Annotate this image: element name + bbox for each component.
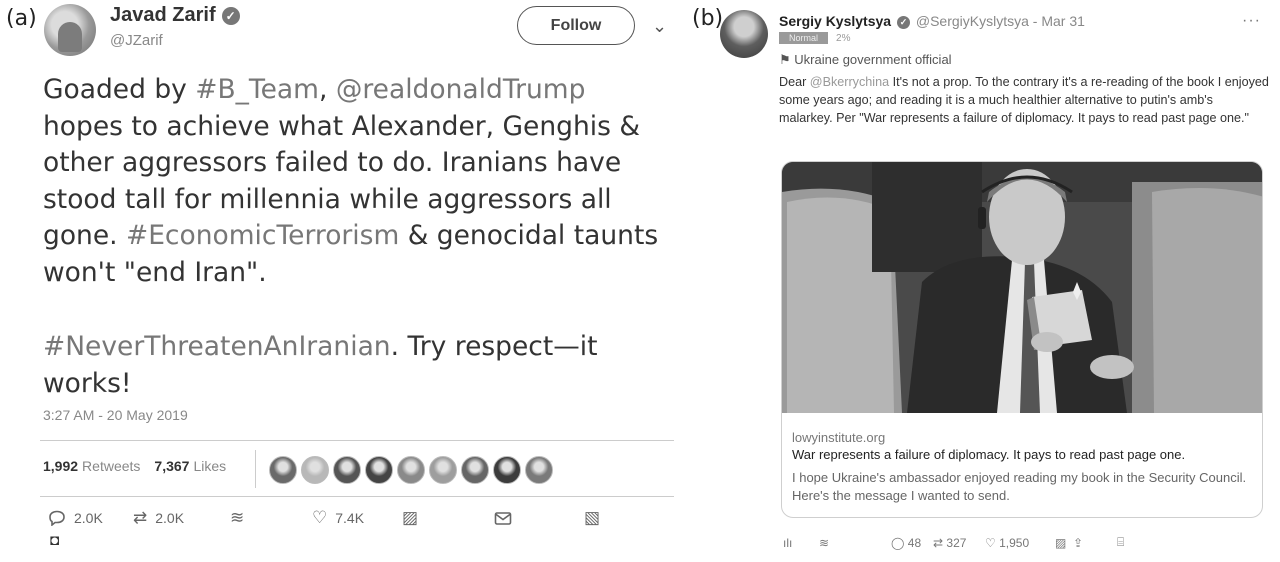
reply-icon: [49, 510, 65, 526]
heart-icon: ♡: [985, 535, 996, 550]
notification-icon[interactable]: ◘: [50, 532, 59, 549]
reply-button[interactable]: 2.0K: [48, 510, 133, 526]
panel-a-label: (a): [6, 6, 37, 31]
image-icon: ▨: [402, 508, 419, 527]
envelope-icon: [494, 511, 512, 525]
author-name[interactable]: Javad Zarif ✓: [110, 4, 240, 27]
tweet-date[interactable]: Mar 31: [1041, 13, 1085, 29]
tweet-text-segment: Goaded by: [43, 74, 196, 105]
card-domain: lowyinstitute.org: [792, 430, 886, 445]
layers-icon: ≋: [230, 508, 245, 527]
hashtag-link[interactable]: #B_Team: [195, 74, 319, 105]
tweet-timestamp[interactable]: 3:27 AM - 20 May 2019: [43, 407, 188, 423]
image-icon[interactable]: ▨: [1055, 536, 1073, 550]
likes-count: 7,367: [154, 458, 190, 474]
analytics-icon[interactable]: ılı: [783, 536, 819, 550]
liker-avatar[interactable]: [301, 456, 329, 484]
bot-icon[interactable]: ⌸: [1117, 535, 1124, 550]
divider: [40, 496, 674, 497]
tweet-actions: 2.0K ⇄ 2.0K ≋ ♡ 7.4K ▨ ▧: [48, 508, 648, 528]
analytics-icon: ▧: [584, 508, 601, 527]
link-card[interactable]: lowyinstitute.org War represents a failu…: [781, 161, 1263, 518]
layers-icon[interactable]: ≋: [819, 536, 891, 550]
card-photo: [782, 162, 1262, 413]
media-button[interactable]: ▨: [402, 508, 494, 528]
reply-icon: ◯: [891, 535, 905, 550]
retweet-button[interactable]: ⇄ 327: [933, 536, 985, 550]
card-title: War represents a failure of diplomacy. I…: [792, 447, 1186, 462]
layers-button[interactable]: ≋: [230, 508, 312, 528]
hashtag-link[interactable]: @realdonaldTrump: [336, 74, 586, 105]
avatar[interactable]: [44, 4, 96, 56]
like-button[interactable]: ♡ 1,950: [985, 536, 1055, 550]
retweet-count: 327: [946, 535, 967, 550]
liker-avatar[interactable]: [333, 456, 361, 484]
like-count: 1,950: [999, 535, 1030, 550]
flag-icon: ⚑: [779, 52, 791, 67]
liker-avatar[interactable]: [493, 456, 521, 484]
status-badge: Normal: [779, 32, 829, 44]
share-icon[interactable]: ⇪: [1073, 536, 1117, 550]
follow-button[interactable]: Follow: [517, 6, 635, 45]
liker-avatar[interactable]: [269, 456, 297, 484]
author-handle[interactable]: @SergiyKyslytsya: [916, 13, 1029, 29]
analytics-button[interactable]: ▧: [584, 508, 600, 528]
retweet-icon: ⇄: [133, 508, 148, 527]
verified-badge-icon: ✓: [896, 15, 910, 29]
heart-icon: ♡: [312, 508, 328, 527]
tweet-text-segment: ,: [318, 74, 336, 105]
like-count: 7.4K: [335, 510, 365, 526]
badge-row: Normal 2%: [779, 32, 850, 44]
avatar[interactable]: [720, 10, 768, 58]
author-name-text: Javad Zarif: [110, 4, 216, 26]
likes-label: Likes: [193, 458, 227, 474]
tweet-actions: ılı ≋ ◯ 48 ⇄ 327 ♡ 1,950 ▨ ⇪ ⌸: [783, 535, 1124, 550]
retweets-stat[interactable]: 1,992 Retweets: [43, 458, 140, 474]
reply-count: 2.0K: [74, 510, 103, 526]
tweet-text: Goaded by #B_Team, @realdonaldTrump hope…: [43, 72, 673, 402]
tweet-panel-b: Sergiy Kyslytsya ✓ @SergiyKyslytsya - Ma…: [716, 0, 1280, 562]
author-handle[interactable]: @JZarif: [110, 32, 163, 49]
tweet-text-greeting: Dear: [779, 75, 810, 89]
liker-avatars: [269, 456, 553, 484]
author-name[interactable]: Sergiy Kyslytsya: [779, 13, 891, 29]
tweet-panel-a: Javad Zarif ✓ @JZarif Follow ⌄ Goaded by…: [40, 0, 680, 562]
divider: [40, 440, 674, 441]
badge-percent: 2%: [836, 32, 851, 44]
liker-avatar[interactable]: [525, 456, 553, 484]
chevron-down-icon[interactable]: ⌄: [652, 16, 667, 37]
retweet-count: 2.0K: [155, 510, 185, 526]
card-description: I hope Ukraine's ambassador enjoyed read…: [792, 470, 1247, 503]
stats-separator: [255, 450, 256, 488]
retweet-button[interactable]: ⇄ 2.0K: [133, 508, 230, 528]
tweet-paragraph-2: #NeverThreatenAnIranian. Try respect—it …: [43, 329, 673, 402]
hashtag-link[interactable]: #NeverThreatenAnIranian: [43, 331, 391, 362]
retweets-label: Retweets: [82, 458, 141, 474]
reply-count: 48: [907, 535, 922, 550]
liker-avatar[interactable]: [429, 456, 457, 484]
tweet-paragraph-1: Goaded by #B_Team, @realdonaldTrump hope…: [43, 72, 673, 291]
tweet-text: Dear @Bkerrychina It's not a prop. To th…: [779, 73, 1269, 128]
likes-stat[interactable]: 7,367 Likes: [154, 458, 226, 474]
message-button[interactable]: [494, 511, 584, 526]
mention-link[interactable]: @Bkerrychina: [810, 75, 889, 89]
official-label-text: Ukraine government official: [794, 52, 952, 67]
reply-button[interactable]: ◯ 48: [891, 536, 933, 550]
verified-badge-icon: ✓: [221, 6, 240, 25]
tweet-header: Sergiy Kyslytsya ✓ @SergiyKyslytsya - Ma…: [779, 13, 1085, 29]
liker-avatar[interactable]: [461, 456, 489, 484]
engagement-stats: 1,992 Retweets 7,367 Likes: [43, 458, 226, 474]
retweets-count: 1,992: [43, 458, 79, 474]
liker-avatar[interactable]: [397, 456, 425, 484]
retweet-icon: ⇄: [933, 535, 944, 550]
hashtag-link[interactable]: #EconomicTerrorism: [126, 220, 399, 251]
liker-avatar[interactable]: [365, 456, 393, 484]
more-options-icon[interactable]: ···: [1242, 12, 1261, 30]
official-label: ⚑ Ukraine government official: [779, 52, 952, 68]
like-button[interactable]: ♡ 7.4K: [312, 508, 402, 528]
